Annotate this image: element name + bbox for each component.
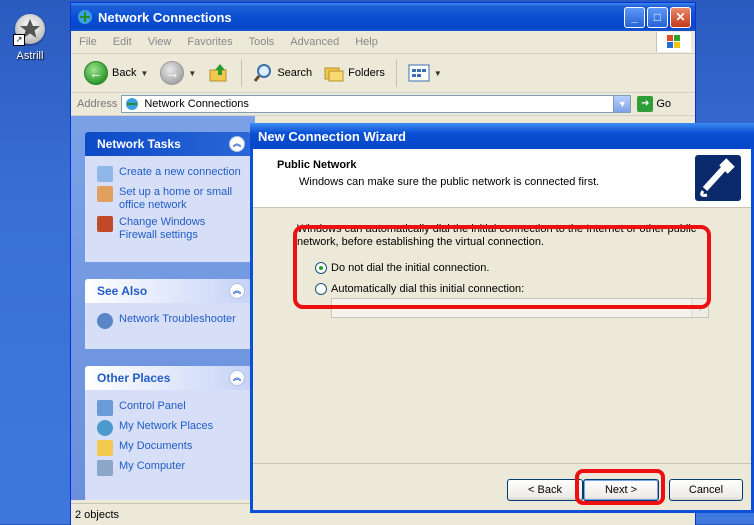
wizard-title: New Connection Wizard <box>258 128 406 144</box>
window-title: Network Connections <box>98 9 232 25</box>
wizard-titlebar[interactable]: New Connection Wizard <box>250 123 754 149</box>
toolbar: ← Back ▼ → ▼ Search Folders ▼ <box>71 54 695 93</box>
network-cable-icon <box>695 155 741 201</box>
link-label: Network Troubleshooter <box>119 313 236 325</box>
status-text: 2 objects <box>75 508 120 521</box>
up-folder-icon <box>209 64 227 82</box>
wizard-header: Public Network Windows can make sure the… <box>253 149 751 208</box>
network-connections-icon <box>126 98 139 110</box>
new-connection-icon <box>97 166 113 182</box>
my-network-places-link[interactable]: My Network Places <box>97 420 245 436</box>
address-label: Address <box>77 98 118 110</box>
task-label: Set up a home or small office network <box>119 186 233 211</box>
network-places-icon <box>97 420 113 436</box>
menu-advanced[interactable]: Advanced <box>282 36 347 48</box>
task-home-network[interactable]: Set up a home or small office network <box>97 186 245 212</box>
search-icon <box>254 64 272 82</box>
back-label: Back <box>112 67 137 79</box>
collapse-chevron-icon[interactable]: ︽ <box>229 136 245 152</box>
collapse-chevron-icon[interactable]: ︽ <box>229 283 245 299</box>
go-arrow-icon: ➜ <box>637 96 654 112</box>
link-label: My Documents <box>119 440 193 452</box>
link-label: My Computer <box>119 460 186 472</box>
cancel-button[interactable]: Cancel <box>669 479 743 501</box>
control-panel-link[interactable]: Control Panel <box>97 400 245 416</box>
network-tasks-header[interactable]: Network Tasks ︽ <box>85 132 251 156</box>
computer-icon <box>97 460 113 476</box>
views-button[interactable]: ▼ <box>403 61 447 85</box>
documents-folder-icon <box>97 440 113 456</box>
shortcut-arrow-icon: ↗ <box>13 34 25 46</box>
highlight-annotation <box>575 469 665 505</box>
network-tasks-panel: Network Tasks ︽ Create a new connection … <box>85 132 251 262</box>
maximize-button[interactable]: □ <box>647 7 668 28</box>
back-button[interactable]: < Back <box>507 479 583 501</box>
network-troubleshooter-link[interactable]: Network Troubleshooter <box>97 313 245 329</box>
see-also-title: See Also <box>97 284 148 298</box>
minimize-button[interactable]: _ <box>624 7 645 28</box>
desktop-icon-label: Astrill <box>16 50 44 62</box>
menu-favorites[interactable]: Favorites <box>179 36 240 48</box>
search-button[interactable]: Search <box>248 61 317 85</box>
back-dropdown-icon[interactable]: ▼ <box>140 69 148 78</box>
folders-icon <box>324 67 344 82</box>
astrill-star-icon: ↗ <box>13 14 45 46</box>
address-value: Network Connections <box>144 98 249 110</box>
task-firewall[interactable]: Change Windows Firewall settings <box>97 216 245 242</box>
task-pane: Network Tasks ︽ Create a new connection … <box>71 116 255 500</box>
wizard-subheading: Windows can make sure the public network… <box>299 176 600 188</box>
forward-arrow-icon: → <box>160 61 185 85</box>
wizard-footer-divider <box>253 463 751 464</box>
toolbar-separator <box>395 59 397 87</box>
see-also-header[interactable]: See Also ︽ <box>85 279 251 303</box>
link-label: My Network Places <box>119 420 214 432</box>
task-create-connection[interactable]: Create a new connection <box>97 166 245 182</box>
go-button[interactable]: ➜ Go <box>637 96 671 112</box>
control-panel-icon <box>97 400 113 416</box>
up-folder-button[interactable] <box>203 60 235 86</box>
views-icon <box>408 64 430 82</box>
menu-tools[interactable]: Tools <box>241 36 283 48</box>
views-dropdown-icon[interactable]: ▼ <box>434 69 442 78</box>
collapse-chevron-icon[interactable]: ︽ <box>229 370 245 386</box>
menu-edit[interactable]: Edit <box>105 36 140 48</box>
my-computer-link[interactable]: My Computer <box>97 460 245 476</box>
menu-file[interactable]: File <box>71 36 105 48</box>
address-input[interactable]: Network Connections ▼ <box>121 95 632 113</box>
other-places-panel: Other Places ︽ Control Panel My Network … <box>85 366 251 500</box>
back-arrow-icon: ← <box>84 61 108 85</box>
new-connection-wizard-dialog: New Connection Wizard Public Network Win… <box>250 123 754 513</box>
info-icon <box>97 313 113 329</box>
task-label: Change Windows Firewall settings <box>119 216 206 241</box>
go-label: Go <box>656 98 672 110</box>
address-bar: Address Network Connections ▼ ➜ Go <box>71 93 695 116</box>
address-dropdown-icon[interactable]: ▼ <box>613 96 631 112</box>
other-places-header[interactable]: Other Places ︽ <box>85 366 251 390</box>
search-label: Search <box>277 67 313 79</box>
menu-view[interactable]: View <box>140 36 180 48</box>
firewall-icon <box>97 216 113 232</box>
network-tasks-title: Network Tasks <box>97 137 181 151</box>
menu-help[interactable]: Help <box>347 36 386 48</box>
window-titlebar[interactable]: Network Connections _ □ ✕ <box>71 3 695 31</box>
menu-bar: File Edit View Favorites Tools Advanced … <box>71 31 695 54</box>
task-label: Create a new connection <box>119 166 241 178</box>
network-connections-icon <box>78 10 92 24</box>
link-label: Control Panel <box>119 400 186 412</box>
toolbar-separator <box>241 59 243 87</box>
my-documents-link[interactable]: My Documents <box>97 440 245 456</box>
forward-button[interactable]: → ▼ <box>155 59 201 87</box>
other-places-title: Other Places <box>97 371 171 385</box>
windows-logo-icon <box>656 32 691 52</box>
back-button[interactable]: ← Back ▼ <box>79 59 153 87</box>
folders-button[interactable]: Folders <box>319 61 390 85</box>
see-also-panel: See Also ︽ Network Troubleshooter <box>85 279 251 349</box>
wizard-heading: Public Network <box>277 159 357 171</box>
forward-dropdown-icon[interactable]: ▼ <box>188 69 196 78</box>
close-button[interactable]: ✕ <box>670 7 691 28</box>
home-network-icon <box>97 186 113 202</box>
folders-label: Folders <box>348 67 385 79</box>
desktop-icon-astrill[interactable]: ↗ Astrill <box>6 14 54 62</box>
highlight-annotation <box>293 225 711 309</box>
